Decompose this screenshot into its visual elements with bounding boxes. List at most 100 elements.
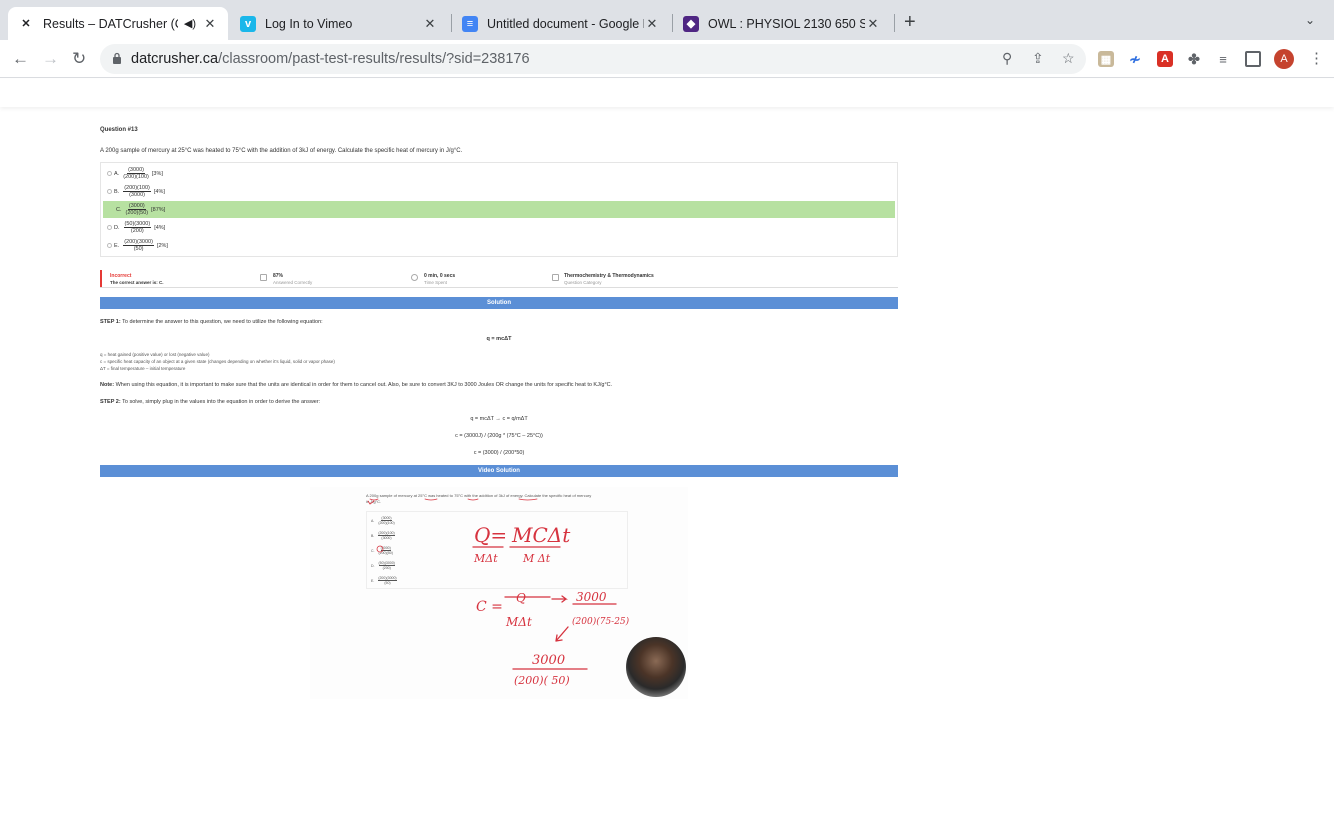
profile-avatar[interactable]: A: [1274, 49, 1294, 69]
tab-title: Results – DATCrusher (Can: [43, 16, 178, 31]
definition-delta-t: ΔT = final temperature – initial tempera…: [100, 366, 186, 371]
reload-icon[interactable]: ↻: [72, 49, 86, 69]
url-path: /classroom/past-test-results/results/?si…: [218, 51, 530, 67]
close-tab-icon[interactable]: ✕: [644, 16, 660, 32]
step1-label: STEP 1:: [100, 319, 121, 325]
question-category-label: Question Category: [564, 280, 602, 285]
radio-button[interactable]: [107, 189, 112, 194]
tab-search-chevron-icon[interactable]: ⌄: [1305, 13, 1315, 27]
option-d[interactable]: D. (50)(3000) (200) [4%]: [103, 219, 895, 236]
share-icon[interactable]: ⇪: [1032, 50, 1044, 67]
svg-text:C =: C =: [476, 599, 503, 615]
tab-vimeo[interactable]: v Log In to Vimeo ✕: [230, 7, 448, 40]
main-equation: q = mcΔT: [486, 336, 512, 342]
close-tab-icon[interactable]: ✕: [202, 16, 218, 32]
video-player[interactable]: A 200g sample of mercury at 25°C was hea…: [310, 487, 688, 699]
note-text: Note: When using this equation, it is im…: [100, 382, 612, 388]
option-letter: D.: [114, 224, 120, 231]
note-body: When using this equation, it is importan…: [114, 382, 613, 388]
close-tab-icon[interactable]: ✕: [865, 16, 881, 32]
reading-list-icon[interactable]: ≡: [1215, 51, 1231, 67]
instructor-webcam-overlay: [626, 637, 686, 697]
percent-correct: 87%: [273, 273, 284, 279]
fraction-numerator: (3000): [127, 167, 145, 174]
tab-google-docs[interactable]: ≡ Untitled document - Google Do ✕: [452, 7, 670, 40]
solution-header: Solution: [100, 297, 898, 309]
svg-text:3000: 3000: [576, 590, 607, 604]
address-bar[interactable]: datcrusher.ca/classroom/past-test-result…: [100, 44, 1086, 74]
fraction-numerator: (50)(3000): [123, 221, 152, 228]
fraction-numerator: (200)(100): [123, 185, 151, 192]
svg-text:3000: 3000: [532, 653, 565, 668]
video-solution-header: Video Solution: [100, 465, 898, 477]
clock-icon: [411, 274, 418, 281]
svg-text:(200)(75-25): (200)(75-25): [572, 616, 630, 627]
side-panel-icon[interactable]: [1245, 51, 1261, 67]
pdf-extension-icon[interactable]: A: [1157, 51, 1173, 67]
question-number: Question #13: [100, 127, 138, 133]
note-label: Note:: [100, 382, 115, 388]
option-e[interactable]: E. (200)(3000) (50) [2%]: [103, 237, 895, 254]
chart-icon: [260, 274, 267, 281]
tab-owl[interactable]: ◆ OWL : PHYSIOL 2130 650 SU2 ✕: [673, 7, 891, 40]
svg-text:Q=: Q=: [474, 523, 507, 547]
radio-button[interactable]: [107, 243, 112, 248]
incorrect-indicator-bar: [100, 270, 102, 287]
speaker-mute-icon[interactable]: ◀): [184, 17, 196, 30]
waveform-extension-icon[interactable]: ≁: [1127, 51, 1143, 67]
status-text: Incorrect: [110, 273, 132, 279]
time-spent: 0 min, 0 secs: [424, 273, 456, 279]
fraction-denominator: (200)(100): [123, 174, 149, 180]
bookmark-star-icon[interactable]: ☆: [1062, 50, 1075, 67]
menu-kebab-icon[interactable]: ⋮: [1309, 49, 1324, 67]
svg-text:M Δt: M Δt: [522, 552, 551, 565]
radio-button[interactable]: [107, 225, 112, 230]
option-letter: B.: [114, 188, 120, 195]
option-fraction: (3000) (200)(50): [126, 203, 149, 216]
fraction-denominator: (50): [133, 246, 144, 252]
forward-arrow-icon[interactable]: →: [42, 49, 59, 69]
option-letter: E.: [114, 242, 120, 249]
step2-text: STEP 2: To solve, simply plug in the val…: [100, 399, 320, 405]
option-percent: [4%]: [154, 224, 166, 231]
calendar-icon: [552, 274, 559, 281]
browser-tab-bar: ✕ Results – DATCrusher (Can ◀) ✕ v Log I…: [0, 0, 1334, 40]
zoom-magnifier-icon[interactable]: ⚲: [1002, 50, 1012, 67]
correct-answer-text: The correct answer is: C.: [110, 280, 164, 285]
option-fraction: (50)(3000) (200): [123, 221, 152, 234]
radio-button[interactable]: [107, 171, 112, 176]
option-a[interactable]: A. (3000) (200)(100) [3%]: [103, 165, 895, 182]
tab-title: OWL : PHYSIOL 2130 650 SU2: [708, 16, 865, 31]
back-arrow-icon[interactable]: ←: [12, 49, 29, 69]
option-percent: [87%]: [151, 206, 166, 213]
svg-text:MΔt: MΔt: [505, 615, 532, 629]
equation-final: c = (3000) / (200*50): [473, 450, 525, 456]
fraction-denominator: (200): [130, 228, 144, 234]
option-letter: C.: [116, 206, 122, 213]
close-tab-icon[interactable]: ✕: [422, 16, 438, 32]
svg-text:(200)( 50): (200)( 50): [514, 674, 570, 687]
tab-separator: [894, 14, 895, 32]
site-header: [0, 79, 1334, 107]
option-percent: [4%]: [153, 188, 165, 195]
definition-c: c = specific heat capacity of an object …: [100, 359, 335, 364]
option-percent: [2%]: [156, 242, 168, 249]
step2-label: STEP 2:: [100, 399, 121, 405]
calculator-extension-icon[interactable]: ▦: [1098, 51, 1114, 67]
step1-text: STEP 1: To determine the answer to this …: [100, 319, 323, 325]
fraction-denominator: (200)(50): [125, 210, 149, 216]
svg-text:MΔt: MΔt: [473, 552, 498, 565]
url-host: datcrusher.ca: [131, 51, 219, 67]
tab-title: Untitled document - Google Do: [487, 16, 644, 31]
option-c-correct[interactable]: C. (3000) (200)(50) [87%]: [103, 201, 895, 218]
new-tab-plus-icon[interactable]: +: [904, 11, 916, 34]
svg-text:Q: Q: [516, 591, 526, 605]
question-text: A 200g sample of mercury at 25°C was hea…: [100, 148, 463, 154]
fraction-denominator: (3000): [129, 192, 145, 198]
svg-text:MCΔt: MCΔt: [511, 523, 571, 547]
owl-shield-favicon-icon: ◆: [683, 15, 699, 32]
tab-datcrusher[interactable]: ✕ Results – DATCrusher (Can ◀) ✕: [8, 7, 228, 40]
extensions-puzzle-icon[interactable]: ✤: [1186, 51, 1202, 67]
url-text: datcrusher.ca/classroom/past-test-result…: [131, 51, 530, 67]
option-b[interactable]: B. (200)(100) (3000) [4%]: [103, 183, 895, 200]
